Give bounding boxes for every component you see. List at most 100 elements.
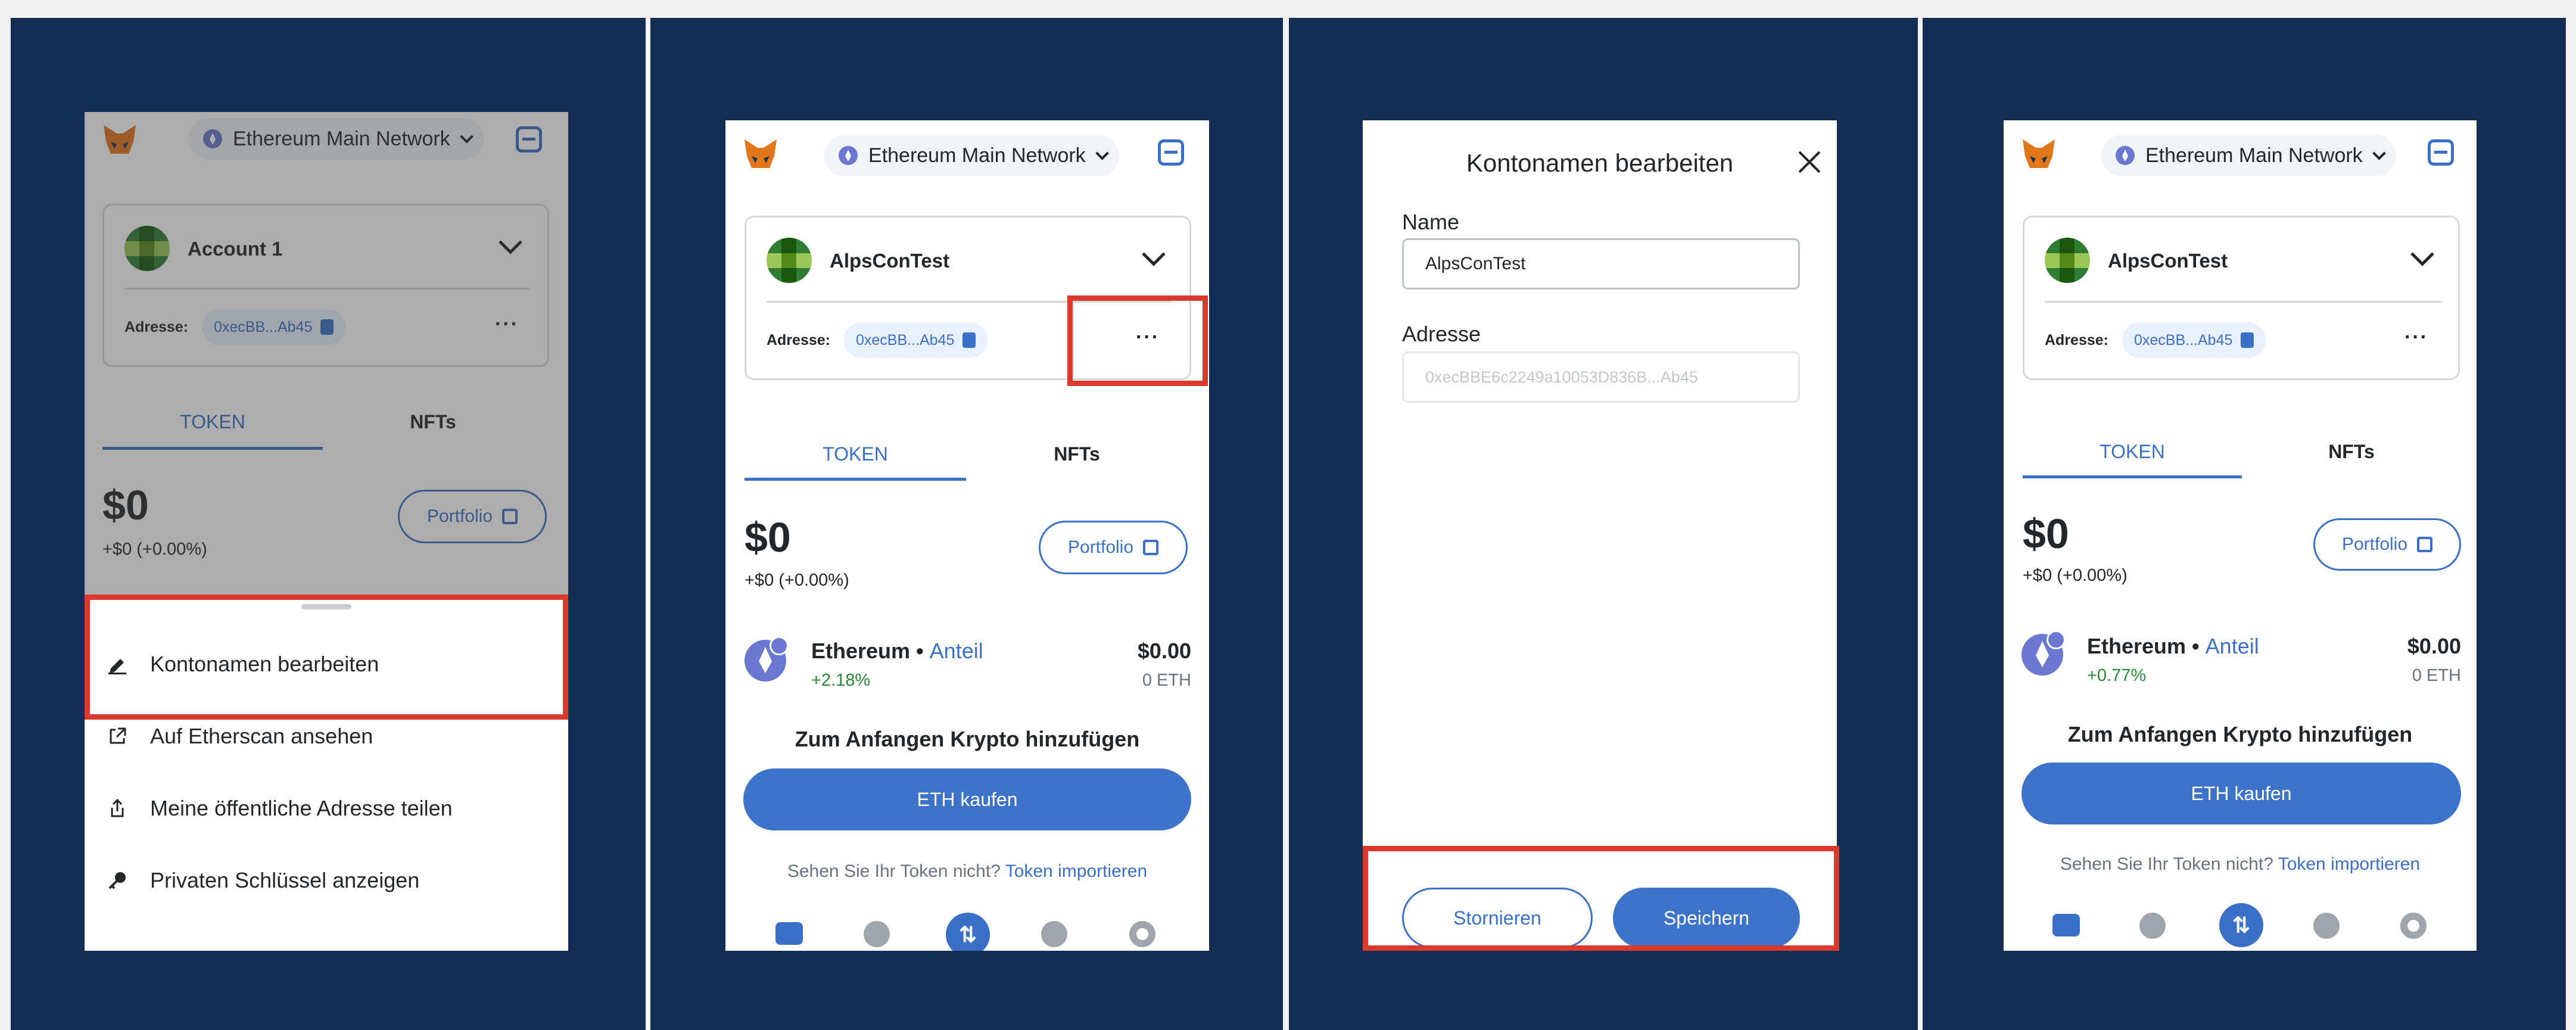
phone-screen-4: Ethereum Main Network AlpsConTest Adress… — [2004, 120, 2477, 951]
token-change: +2.18% — [811, 671, 871, 690]
ethereum-icon — [2116, 146, 2135, 165]
buy-eth-button[interactable]: ETH kaufen — [2021, 763, 2461, 824]
menu-show-private-key[interactable]: Privaten Schlüssel anzeigen — [107, 868, 419, 893]
tab-indicator — [745, 478, 966, 481]
import-tokens-link[interactable]: Token importieren — [1005, 861, 1147, 881]
divider — [2045, 301, 2441, 303]
address-field: 0xecBBE6c2249a10053D836B...Ab45 — [1402, 351, 1800, 403]
portfolio-button[interactable]: Portfolio — [2313, 518, 2461, 571]
balance-amount: $0 — [745, 514, 791, 561]
network-label: Ethereum Main Network — [2145, 144, 2363, 167]
wallet-icon[interactable] — [2052, 914, 2080, 936]
clock-icon[interactable] — [2139, 913, 2166, 939]
ethereum-icon — [839, 146, 858, 165]
external-link-icon — [2417, 537, 2433, 552]
wallet-icon[interactable] — [775, 922, 803, 945]
account-name: AlpsConTest — [830, 250, 950, 272]
tab-nfts[interactable]: NFTs — [966, 443, 1188, 465]
token-icon — [745, 636, 789, 684]
phone-screen-3: Kontonamen bearbeiten Name AlpsConTest A… — [1363, 120, 1837, 951]
portfolio-label: Portfolio — [1067, 537, 1134, 557]
balance-delta: +$0 (+0.00%) — [2023, 566, 2128, 585]
import-question: Sehen Sie Ihr Token nicht? — [787, 861, 1001, 881]
more-dots-icon[interactable]: ··· — [2404, 326, 2428, 349]
metamask-fox-icon — [2023, 139, 2055, 168]
step-panel-3: Kontonamen bearbeiten Name AlpsConTest A… — [1289, 18, 1918, 1030]
menu-label: Auf Etherscan ansehen — [150, 724, 373, 748]
external-link-icon — [110, 727, 126, 744]
token-share-link[interactable]: Anteil — [2206, 634, 2259, 658]
highlight-box — [1067, 295, 1208, 386]
ethereum-badge-icon — [2047, 630, 2066, 649]
copy-icon — [963, 332, 976, 348]
tab-token[interactable]: TOKEN — [745, 443, 966, 465]
highlight-box — [1363, 846, 1839, 951]
address-label: Adresse: — [767, 332, 830, 348]
import-tokens-line: Sehen Sie Ihr Token nicht? Token importi… — [725, 861, 1209, 882]
step-panel-1: Ethereum Main Network Account 1 Adresse:… — [11, 18, 646, 1030]
clock-icon[interactable] — [864, 921, 890, 947]
token-value: $0.00 — [1137, 639, 1191, 663]
portfolio-label: Portfolio — [2341, 534, 2408, 554]
tab-token[interactable]: TOKEN — [2023, 441, 2242, 463]
balance-delta: +$0 (+0.00%) — [745, 571, 849, 590]
overlay-backdrop[interactable] — [85, 112, 568, 596]
qr-scan-icon[interactable] — [1158, 139, 1184, 166]
account-card: AlpsConTest Adresse: 0xecBB...Ab45 ··· — [2023, 216, 2460, 380]
gear-icon[interactable] — [2400, 913, 2427, 939]
cta-title: Zum Anfangen Krypto hinzufügen — [2067, 722, 2413, 746]
chevron-down-icon[interactable] — [2410, 242, 2434, 266]
token-eth-amount: 0 ETH — [1142, 671, 1191, 690]
menu-label: Privaten Schlüssel anzeigen — [150, 868, 420, 892]
avatar — [767, 238, 812, 283]
phone-screen-1: Ethereum Main Network Account 1 Adresse:… — [85, 112, 568, 951]
tutorial-stage: Ethereum Main Network Account 1 Adresse:… — [0, 0, 2576, 1030]
compass-icon[interactable] — [2313, 913, 2340, 939]
network-selector[interactable]: Ethereum Main Network — [2101, 135, 2396, 176]
token-share-link[interactable]: Anteil — [930, 639, 983, 663]
account-name: AlpsConTest — [2108, 250, 2228, 272]
token-name: Ethereum — [2087, 634, 2186, 658]
buy-eth-button[interactable]: ETH kaufen — [743, 768, 1191, 830]
chevron-down-icon — [2372, 147, 2386, 160]
qr-scan-icon[interactable] — [2428, 139, 2454, 166]
share-icon — [111, 798, 124, 817]
key-icon — [108, 872, 126, 889]
network-selector[interactable]: Ethereum Main Network — [824, 135, 1119, 176]
swap-icon[interactable]: ⇅ — [2219, 903, 2263, 947]
token-name-row[interactable]: Ethereum • Anteil — [811, 639, 983, 664]
address-pill[interactable]: 0xecBB...Ab45 — [2122, 322, 2266, 358]
token-name-row[interactable]: Ethereum • Anteil — [2087, 634, 2259, 659]
menu-share-address[interactable]: Meine öffentliche Adresse teilen — [107, 796, 453, 821]
step-panel-2: Ethereum Main Network AlpsConTest Adress… — [650, 18, 1283, 1030]
token-icon — [2021, 630, 2066, 678]
gear-icon[interactable] — [1129, 921, 1155, 947]
step-panel-4: Ethereum Main Network AlpsConTest Adress… — [1923, 18, 2566, 1030]
copy-icon — [2241, 332, 2254, 348]
compass-icon[interactable] — [1041, 921, 1067, 947]
portfolio-button[interactable]: Portfolio — [1039, 521, 1188, 574]
menu-view-etherscan[interactable]: Auf Etherscan ansehen — [107, 724, 373, 749]
balance-amount: $0 — [2023, 511, 2069, 557]
address-label: Adresse: — [2045, 332, 2108, 348]
dialog-title: Kontonamen bearbeiten — [1466, 149, 1734, 177]
address-short: 0xecBB...Ab45 — [2134, 331, 2233, 348]
chevron-down-icon[interactable] — [1142, 242, 1166, 266]
address-pill[interactable]: 0xecBB...Ab45 — [844, 322, 988, 358]
metamask-fox-icon — [745, 139, 777, 168]
close-icon[interactable] — [1798, 150, 1821, 174]
menu-label: Meine öffentliche Adresse teilen — [150, 796, 453, 820]
bottom-navbar: ⇅ — [725, 901, 1209, 951]
swap-icon[interactable]: ⇅ — [946, 913, 990, 951]
tab-indicator — [2023, 475, 2242, 478]
ethereum-badge-icon — [770, 636, 789, 655]
import-tokens-line: Sehen Sie Ihr Token nicht? Token importi… — [2004, 854, 2477, 875]
address-label: Adresse — [1402, 322, 1481, 346]
chevron-down-icon — [1095, 147, 1109, 160]
highlight-box — [85, 595, 568, 720]
name-input[interactable]: AlpsConTest — [1402, 238, 1800, 290]
separator: • — [910, 639, 930, 663]
tab-nfts[interactable]: NFTs — [2242, 441, 2461, 463]
token-eth-amount: 0 ETH — [2412, 666, 2461, 685]
import-tokens-link[interactable]: Token importieren — [2278, 854, 2420, 874]
